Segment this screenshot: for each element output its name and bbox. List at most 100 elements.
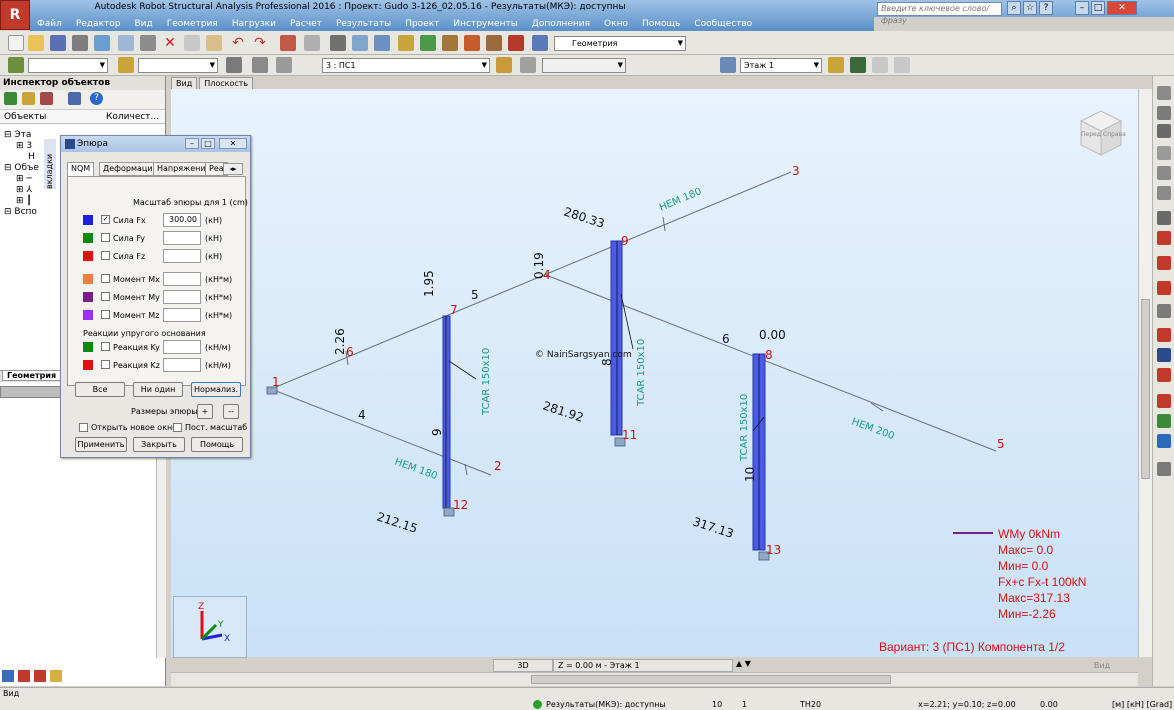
tree-node-n[interactable]: Н [4,152,39,163]
menu-results[interactable]: Результаты [329,17,398,31]
note-icon[interactable] [50,670,62,682]
kz-scale-input[interactable] [163,358,201,372]
zoom-icon[interactable] [352,35,368,51]
open-icon[interactable] [28,35,44,51]
help-icon[interactable]: ? [1039,1,1053,15]
menu-community[interactable]: Сообщество [687,17,759,31]
const-scale-checkbox[interactable] [173,423,182,432]
zoom-window-icon[interactable] [374,35,390,51]
filter-icon[interactable] [22,92,35,105]
col-quantity[interactable]: Количест... [106,112,159,122]
tabs-side-label[interactable]: вкладки [44,139,56,189]
color-swatch[interactable] [83,342,93,352]
grid-icon[interactable] [1157,434,1171,448]
storey-select[interactable]: Этаж 1 ▼ [740,58,822,73]
load-case-icon[interactable] [276,57,292,73]
storey-all-icon[interactable] [894,57,910,73]
menu-file[interactable]: Файл [30,17,69,31]
layout-icon[interactable] [2,670,14,682]
tab-nqm[interactable]: NQM [67,162,95,176]
more-icon[interactable] [1157,462,1171,476]
new-icon[interactable] [8,35,24,51]
copy-icon[interactable] [184,35,200,51]
dimension-icon[interactable] [442,35,458,51]
mx-checkbox[interactable] [101,274,110,283]
tree-node-c[interactable]: ⊞ ┃ [4,196,39,207]
lock-icon[interactable] [330,35,346,51]
undo-icon[interactable]: ↶ [230,35,246,51]
normalize-button[interactable]: Нормализ. [191,382,241,397]
section-icon[interactable] [1157,166,1171,180]
tree-icon[interactable] [4,92,17,105]
kz-checkbox[interactable] [101,360,110,369]
model-viewport[interactable]: 1 2 3 4 5 6 7 8 9 11 12 13 4 5 6 9 8 10 … [171,89,1138,658]
tab-geometry[interactable]: Геометрия [2,371,62,381]
print-icon[interactable] [72,35,88,51]
clear-filter-icon[interactable] [40,92,53,105]
close-icon[interactable]: ✕ [219,138,247,149]
paste-icon[interactable] [206,35,222,51]
star-icon[interactable]: ☆ [1023,1,1037,15]
search-icon[interactable] [68,92,81,105]
close-button[interactable]: ✕ [1107,1,1137,15]
ky-scale-input[interactable] [163,340,201,354]
tree-node-b[interactable]: ⊞ ⅄ [4,185,39,196]
tree-node-storey[interactable]: ⊟ Эта [4,130,39,141]
menu-analysis[interactable]: Расчет [283,17,329,31]
maximize-button[interactable]: □ [1091,1,1105,15]
view-mode-3d[interactable]: 3D [493,659,553,672]
node-select-icon[interactable] [8,57,24,73]
offset-icon[interactable] [1157,211,1171,225]
storey-up-icon[interactable] [828,57,844,73]
panel-icon[interactable] [1157,146,1171,160]
view-cube[interactable]: Перед Справа [1075,107,1126,157]
material-icon[interactable] [1157,186,1171,200]
ky-checkbox[interactable] [101,342,110,351]
menu-view[interactable]: Вид [127,17,159,31]
layout-icon[interactable] [532,35,548,51]
snap-icon[interactable] [464,35,480,51]
menu-tools[interactable]: Инструменты [446,17,524,31]
storey-icon[interactable] [720,57,736,73]
tree-node-objects[interactable]: ⊟ Объе [4,163,39,174]
help-button[interactable]: Помощь [191,437,243,452]
measure-icon[interactable] [486,35,502,51]
redo-icon[interactable]: ↷ [252,35,268,51]
mz-scale-input[interactable] [163,308,201,322]
viewcube-front[interactable]: Перед [1081,131,1101,138]
col-objects[interactable]: Объекты [4,112,46,122]
camera-icon[interactable] [140,35,156,51]
mode-select[interactable]: ▼ [542,58,626,73]
load-case-select[interactable]: 3 : ПС1 ▼ [322,58,490,73]
tables-icon[interactable] [304,35,320,51]
help-icon[interactable]: ? [90,92,103,105]
i-beam-icon[interactable] [1157,231,1171,245]
my-checkbox[interactable] [101,292,110,301]
color-swatch[interactable] [83,251,93,261]
save-icon[interactable] [50,35,66,51]
menu-window[interactable]: Окно [597,17,635,31]
layout-select[interactable]: Геометрия ▼ [554,36,686,51]
color-swatch[interactable] [83,215,93,225]
work-plane-label[interactable]: Z = 0.00 м - Этаж 1 [553,659,733,672]
tree-node-aux[interactable]: ⊟ Вспо [4,207,39,218]
nodes-icon[interactable] [1157,106,1171,120]
viewcube-right[interactable]: Справа [1103,131,1126,138]
search-icon[interactable]: ⌕ [1007,1,1021,15]
diagram-icon[interactable] [1157,328,1171,342]
case-icon[interactable] [252,57,268,73]
screen-capture-icon[interactable] [118,35,134,51]
minimize-button[interactable]: – [185,138,199,149]
search-input[interactable]: Введите ключевое слово/фразу [877,2,1002,25]
menu-loads[interactable]: Нагрузки [225,17,283,31]
print-preview-icon[interactable] [94,35,110,51]
fx-checkbox[interactable]: ✓ [101,215,110,224]
vscroll-thumb[interactable] [1141,299,1150,479]
menu-addins[interactable]: Дополнения [525,17,597,31]
color-swatch[interactable] [83,292,93,302]
increase-size-button[interactable]: + [197,404,213,419]
fz-checkbox[interactable] [101,251,110,260]
close-button[interactable]: Закрыть [133,437,185,452]
delete-icon[interactable] [34,670,46,682]
mode-icon[interactable] [520,57,536,73]
